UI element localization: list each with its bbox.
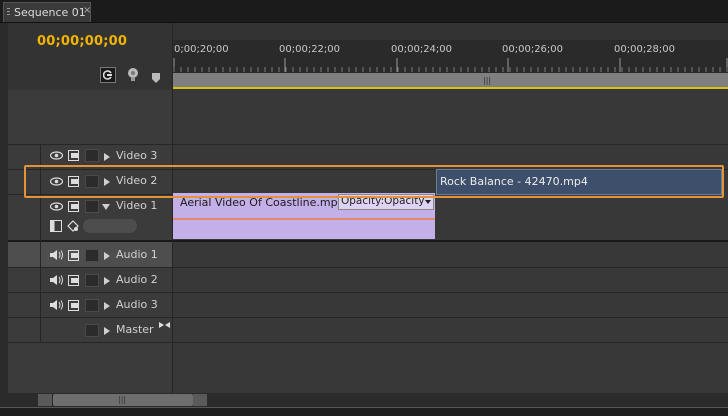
sync-lock-icon[interactable] xyxy=(68,275,79,286)
tab-bar xyxy=(0,0,728,23)
sync-lock-icon[interactable] xyxy=(68,300,79,311)
ruler-label: 0;00;20;00 xyxy=(174,44,229,55)
master-channel-icon xyxy=(159,322,170,328)
sync-lock-icon[interactable] xyxy=(68,201,79,212)
track-label-video1: Video 1 xyxy=(116,199,158,212)
track-label-video3: Video 3 xyxy=(116,149,158,162)
expand-triangle-icon[interactable] xyxy=(104,153,110,161)
panel-left-edge xyxy=(0,23,8,407)
track-lock-toggle[interactable] xyxy=(85,299,99,312)
track-divider xyxy=(8,317,728,318)
marker-icon[interactable] xyxy=(126,67,140,83)
expand-triangle-icon[interactable] xyxy=(104,302,110,310)
ruler-label: 00;00;22;00 xyxy=(279,44,341,55)
track-divider xyxy=(8,267,728,268)
video-audio-divider xyxy=(8,240,728,242)
work-area-bar[interactable] xyxy=(173,73,728,87)
eye-icon[interactable] xyxy=(50,202,63,211)
track-lock-toggle[interactable] xyxy=(85,200,99,213)
grip-icon[interactable] xyxy=(7,8,10,17)
track-label-audio3: Audio 3 xyxy=(116,298,158,311)
work-area-indicator xyxy=(173,87,728,89)
track-lock-toggle[interactable] xyxy=(85,249,99,262)
collapse-triangle-icon[interactable] xyxy=(102,204,110,210)
close-icon[interactable]: × xyxy=(83,5,91,16)
track-lock-toggle[interactable] xyxy=(85,274,99,287)
keyframe-icon[interactable] xyxy=(67,220,79,232)
track-lock-toggle[interactable] xyxy=(85,324,99,337)
ruler-label: 00;00;26;00 xyxy=(502,44,564,55)
ruler-ticks xyxy=(173,58,728,72)
speaker-icon[interactable] xyxy=(49,299,64,311)
expand-triangle-icon[interactable] xyxy=(104,327,110,335)
expand-triangle-icon[interactable] xyxy=(104,252,110,260)
ruler-label: 00;00;28;00 xyxy=(614,44,676,55)
opacity-keyframe-line[interactable] xyxy=(173,218,435,220)
scroll-right-handle[interactable] xyxy=(193,394,207,406)
selection-highlight xyxy=(24,165,724,198)
eye-icon[interactable] xyxy=(50,151,63,160)
current-timecode[interactable]: 00;00;00;00 xyxy=(37,34,127,49)
speaker-icon[interactable] xyxy=(49,274,64,286)
ruler-label: 00;00;24;00 xyxy=(391,44,453,55)
speaker-icon[interactable] xyxy=(49,249,64,261)
track-label-audio1: Audio 1 xyxy=(116,248,158,261)
work-area-grip-icon[interactable]: ||| xyxy=(483,76,491,85)
tab-sequence-01[interactable]: Sequence 01 × xyxy=(3,2,91,22)
display-style-icon[interactable] xyxy=(50,220,62,232)
flag-icon[interactable] xyxy=(151,69,161,83)
track-label-master: Master xyxy=(116,323,154,336)
expand-triangle-icon[interactable] xyxy=(104,277,110,285)
snap-icon[interactable] xyxy=(100,67,116,83)
sync-lock-icon[interactable] xyxy=(68,150,79,161)
track-label-audio2: Audio 2 xyxy=(116,273,158,286)
chevron-down-icon[interactable] xyxy=(425,200,431,204)
sync-lock-icon[interactable] xyxy=(68,250,79,261)
track-divider xyxy=(8,144,728,145)
track-lock-toggle[interactable] xyxy=(85,149,99,162)
track-divider xyxy=(8,342,728,343)
track-divider xyxy=(8,292,728,293)
scroll-left-handle[interactable] xyxy=(38,394,52,406)
keyframe-nav-control[interactable] xyxy=(83,219,137,233)
scroll-grip-icon[interactable]: ||| xyxy=(118,395,126,404)
tab-label: Sequence 01 xyxy=(14,6,86,19)
